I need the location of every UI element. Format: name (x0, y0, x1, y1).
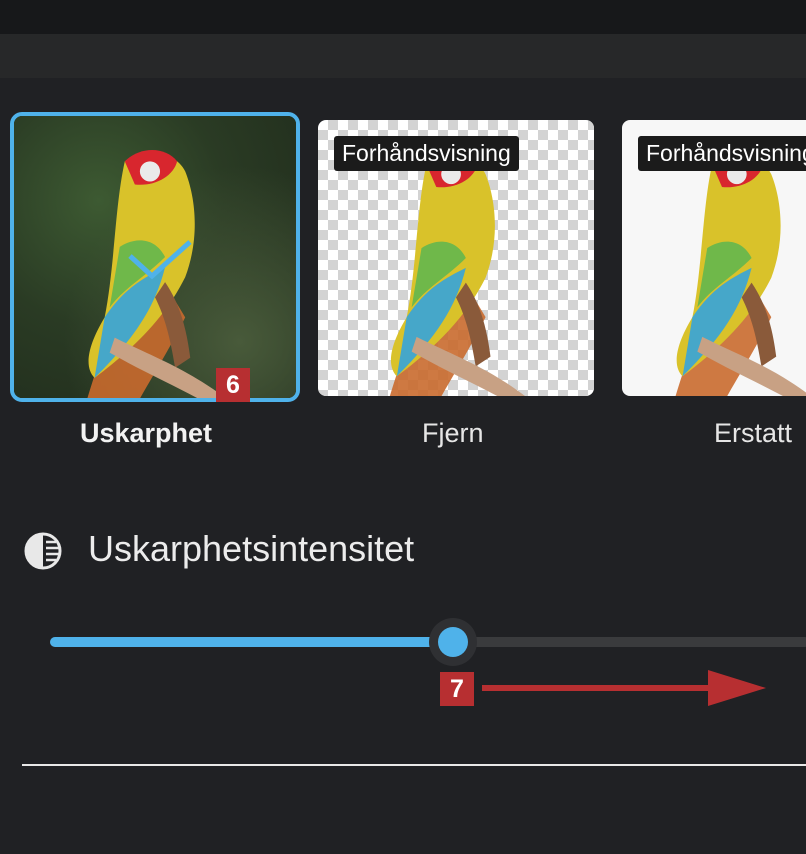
slider-thumb-dot (437, 627, 468, 657)
effect-card-blur[interactable] (10, 112, 300, 402)
effect-card-replace[interactable]: Forhåndsvisning (622, 120, 806, 396)
blur-intensity-label: Uskarphetsintensitet (88, 528, 415, 569)
blur-intensity-slider-fill (50, 637, 453, 647)
blur-intensity-slider-thumb[interactable] (428, 618, 477, 666)
top-bar (0, 0, 806, 34)
contrast-icon (24, 532, 62, 570)
preview-tag: Forhåndsvisning (638, 136, 806, 171)
section-divider (22, 764, 806, 766)
card-label-remove[interactable]: Fjern (422, 418, 484, 449)
sub-bar (0, 34, 806, 78)
preview-tag: Forhåndsvisning (334, 136, 519, 171)
card-label-replace[interactable]: Erstatt (714, 418, 792, 449)
callout-badge-7: 7 (440, 672, 474, 706)
arrow-right-icon (482, 670, 766, 706)
card-label-blur[interactable]: Uskarphet (80, 418, 212, 449)
effect-card-remove[interactable]: Forhåndsvisning (318, 120, 594, 396)
callout-badge-6: 6 (216, 368, 250, 402)
check-icon (128, 240, 192, 280)
